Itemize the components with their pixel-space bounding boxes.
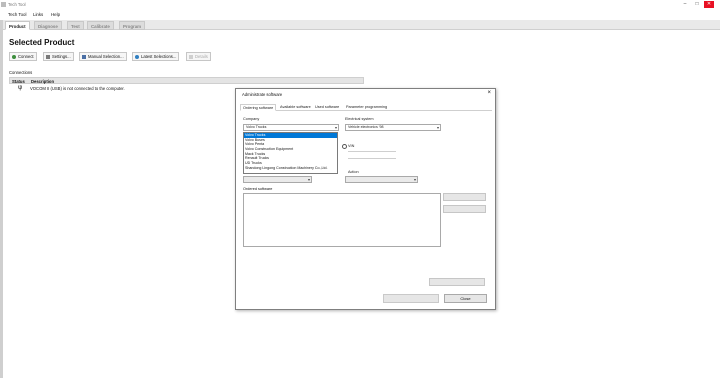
manual-selection-label: Manual Selection... xyxy=(88,54,124,59)
electrical-system-select[interactable]: Vehicle electronics '98 ▾ xyxy=(345,124,441,131)
company-select[interactable]: Volvo Trucks ▾ xyxy=(243,124,339,131)
administrate-software-dialog: Administrate software × Ordering softwar… xyxy=(235,88,496,310)
tab-ordering-software[interactable]: Ordering software xyxy=(240,104,277,111)
main-tabs: Product Diagnose Test Calibrate Program xyxy=(3,20,720,30)
vin-label: VIN xyxy=(348,144,355,148)
model-select[interactable]: ▾ xyxy=(243,176,312,183)
menu-links[interactable]: Links xyxy=(33,12,43,17)
tab-available-software[interactable]: Available software xyxy=(278,104,313,111)
menu-bar: Tech Tool Links Help xyxy=(0,10,720,18)
connections-label: Connections xyxy=(9,70,33,75)
chevron-down-icon: ▾ xyxy=(413,177,416,182)
left-edge xyxy=(0,20,3,378)
close-button[interactable]: Close xyxy=(444,294,487,303)
minimize-icon[interactable]: – xyxy=(680,1,690,8)
dialog-tabs: Ordering software Available software Use… xyxy=(240,104,492,111)
connect-icon xyxy=(12,55,16,59)
company-label: Company xyxy=(243,117,260,121)
manual-selection-button[interactable]: Manual Selection... xyxy=(79,52,127,61)
connect-button[interactable]: Connect xyxy=(9,52,37,61)
menu-tech-tool[interactable]: Tech Tool xyxy=(8,12,26,17)
tab-program[interactable]: Program xyxy=(119,21,146,30)
connections-header: Status Description xyxy=(9,77,364,84)
usb-icon: ψ xyxy=(18,85,23,91)
add-button[interactable] xyxy=(443,193,486,201)
company-value: Volvo Trucks xyxy=(246,125,267,129)
dialog-title: Administrate software xyxy=(242,92,283,97)
vin-radio[interactable] xyxy=(342,144,347,149)
company-option[interactable]: Shandong Lingong Construction Machinery … xyxy=(244,166,337,171)
settings-button[interactable]: Settings... xyxy=(43,52,74,61)
action-select[interactable]: ▾ xyxy=(345,176,418,183)
tab-test[interactable]: Test xyxy=(67,21,84,30)
settings-icon xyxy=(46,55,50,59)
ordered-software-list[interactable] xyxy=(243,193,441,247)
connect-label: Connect xyxy=(18,54,34,59)
latest-selections-button[interactable]: Latest Selections... xyxy=(132,52,180,61)
document-icon xyxy=(82,55,86,59)
tab-product[interactable]: Product xyxy=(5,21,30,30)
electrical-system-label: Electrical system xyxy=(345,117,374,121)
page-title: Selected Product xyxy=(9,38,75,47)
details-label: Details xyxy=(195,54,208,59)
remove-button[interactable] xyxy=(443,205,486,213)
app-icon xyxy=(1,2,6,7)
maximize-icon[interactable]: □ xyxy=(692,1,702,8)
action-label: Action xyxy=(348,170,359,174)
connection-message: VOCOM II (USB) is not connected to the c… xyxy=(30,86,125,91)
tab-parameter-programming[interactable]: Parameter programming xyxy=(344,104,389,111)
chevron-down-icon: ▾ xyxy=(307,177,310,182)
close-icon[interactable]: ✕ xyxy=(704,1,714,8)
company-dropdown: Volvo Trucks Volvo Buses Volvo Penta Vol… xyxy=(243,132,338,174)
settings-label: Settings... xyxy=(52,54,71,59)
vin-field-line xyxy=(348,158,396,159)
menu-help[interactable]: Help xyxy=(51,12,60,17)
details-icon xyxy=(189,55,193,59)
order-button[interactable] xyxy=(383,294,439,303)
title-bar: Tech Tool – □ ✕ xyxy=(0,0,720,9)
vin-field-line xyxy=(348,151,396,152)
history-icon xyxy=(135,55,139,59)
tab-diagnose[interactable]: Diagnose xyxy=(34,21,62,30)
chevron-down-icon: ▾ xyxy=(334,125,337,130)
details-button[interactable]: Details xyxy=(186,52,211,61)
tab-used-software[interactable]: Used software xyxy=(313,104,341,111)
tab-calibrate[interactable]: Calibrate xyxy=(87,21,114,30)
dialog-close-icon[interactable]: × xyxy=(487,90,491,97)
window-title: Tech Tool xyxy=(8,2,26,7)
latest-selections-label: Latest Selections... xyxy=(141,54,177,59)
chevron-down-icon: ▾ xyxy=(436,125,439,130)
clear-button[interactable] xyxy=(429,278,485,286)
ordered-software-label: Ordered software xyxy=(243,187,273,191)
electrical-system-value: Vehicle electronics '98 xyxy=(348,125,384,129)
